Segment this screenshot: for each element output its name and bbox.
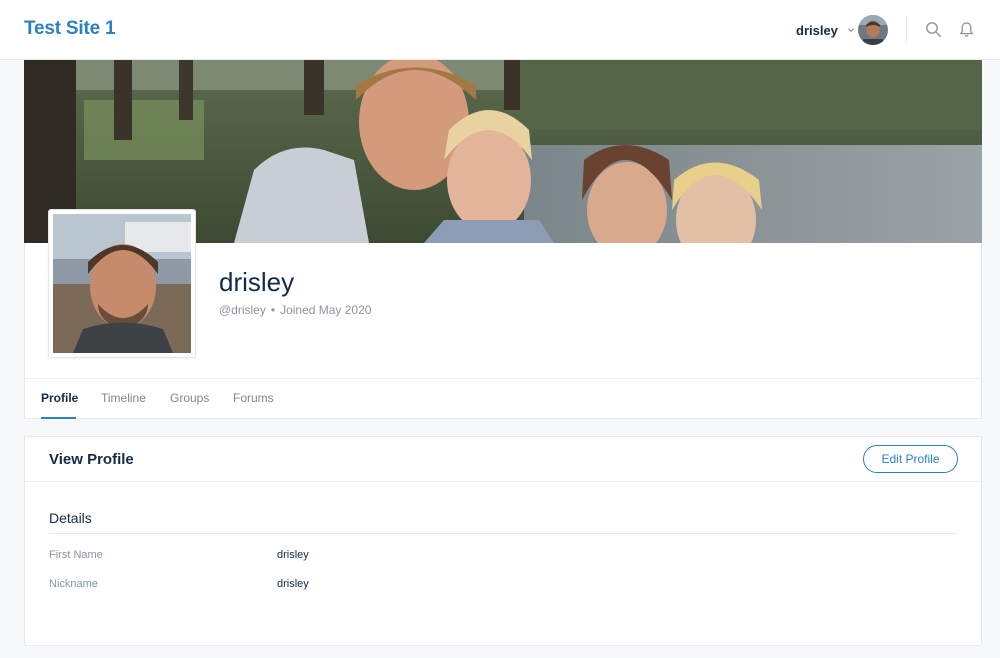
header-avatar[interactable] [858, 15, 888, 45]
active-tab-indicator [41, 417, 76, 419]
view-profile-title: View Profile [49, 451, 134, 468]
tabs-divider [25, 378, 981, 379]
tab-forums[interactable]: Forums [233, 391, 274, 405]
tab-profile[interactable]: Profile [41, 391, 78, 405]
field-label-first-name: First Name [49, 549, 103, 561]
meta-separator: • [270, 303, 276, 317]
user-menu-name[interactable]: drisley [796, 23, 838, 38]
tab-timeline[interactable]: Timeline [101, 391, 146, 405]
tab-groups[interactable]: Groups [170, 391, 209, 405]
profile-meta: @drisley • Joined May 2020 [219, 303, 371, 317]
field-value-first-name: drisley [277, 549, 309, 561]
header-divider [906, 17, 907, 43]
profile-avatar[interactable] [48, 209, 196, 358]
chevron-down-icon[interactable] [847, 26, 855, 34]
field-value-nickname: drisley [277, 578, 309, 590]
user-menu[interactable]: drisley [796, 19, 855, 41]
details-heading: Details [49, 510, 92, 526]
search-icon[interactable] [925, 21, 942, 38]
bell-icon[interactable] [958, 21, 975, 38]
profile-handle: @drisley [219, 303, 266, 317]
profile-display-name: drisley [219, 267, 295, 297]
view-profile-card [24, 436, 982, 646]
site-title[interactable]: Test Site 1 [24, 18, 116, 40]
site-header: Test Site 1 drisley [0, 0, 1000, 60]
view-profile-divider [25, 481, 981, 482]
profile-joined: Joined May 2020 [280, 303, 372, 317]
edit-profile-button[interactable]: Edit Profile [863, 445, 958, 473]
details-divider [49, 533, 958, 534]
field-label-nickname: Nickname [49, 578, 98, 590]
